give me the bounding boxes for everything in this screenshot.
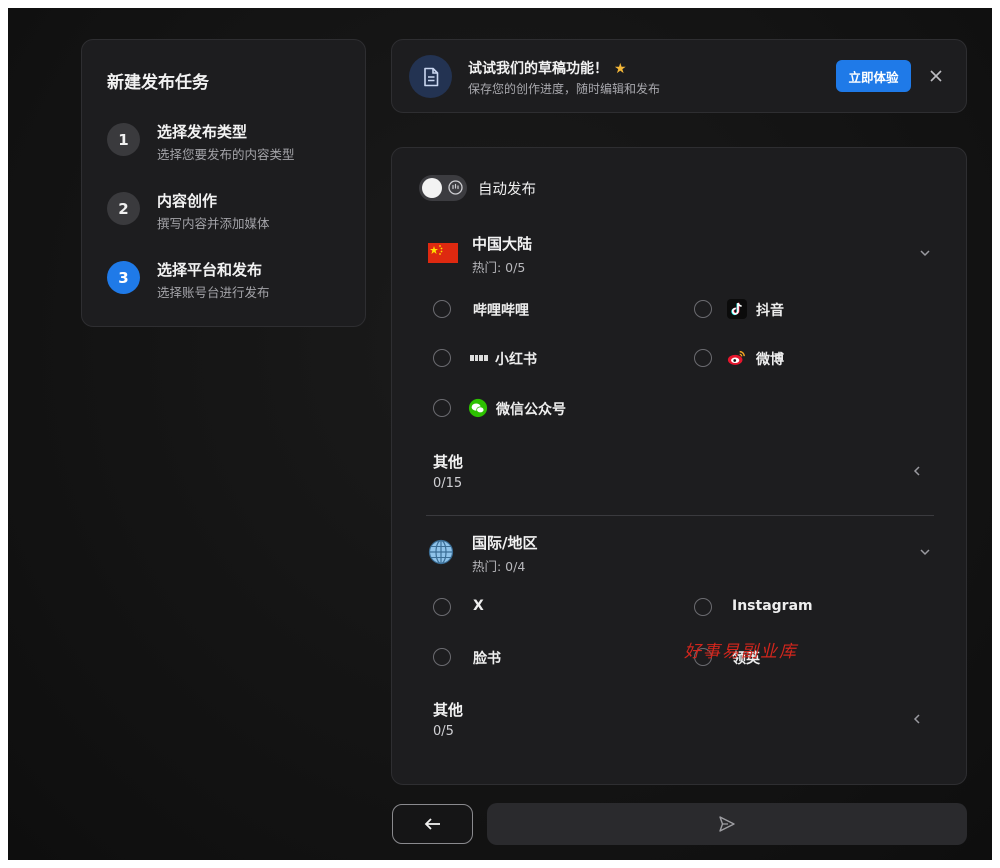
xiaohongshu-icon [469,348,489,368]
radio-button[interactable] [433,648,451,666]
china-flag-icon [428,243,458,263]
radio-button[interactable] [694,300,712,318]
platform-option-bilibili[interactable]: 哔哩哔哩 [433,297,653,321]
weibo-icon [727,348,747,368]
radio-button[interactable] [694,598,712,616]
back-button[interactable] [392,804,473,844]
step-subtitle: 撰写内容并添加媒体 [157,216,270,231]
platform-option-facebook[interactable]: 脸书 [433,645,653,669]
radio-button[interactable] [433,300,451,318]
step-number-active: 3 [107,261,140,294]
other-title: 其他 [433,453,464,471]
option-label: Instagram [732,598,813,614]
option-label: 微博 [756,352,784,368]
banner-title: 试试我们的草稿功能！ ★ [468,58,627,78]
radio-button[interactable] [433,598,451,616]
draft-banner: 试试我们的草稿功能！ ★ 保存您的创作进度，随时编辑和发布 立即体验 [391,39,967,113]
step-title: 选择发布类型 [157,123,248,141]
auto-publish-toggle[interactable] [419,175,467,201]
radio-button[interactable] [433,349,451,367]
option-label: 抖音 [756,303,784,319]
document-icon [409,55,452,98]
douyin-icon [727,299,747,319]
hand-icon [448,180,463,195]
option-label: 微信公众号 [496,402,566,418]
platform-panel: 自动发布 中国大陆 热门: 0/5 哔哩哔哩 抖音 小红书 微博 微信公众号 其… [391,147,967,785]
platform-option-douyin[interactable]: 抖音 [694,297,914,321]
wechat-icon [468,398,488,418]
banner-title-text: 试试我们的草稿功能！ [468,61,608,77]
option-label: X [473,598,484,614]
other-title: 其他 [433,701,464,719]
star-icon: ★ [614,61,627,77]
region-hot-count: 热门: 0/5 [472,260,526,275]
chevron-left-icon[interactable] [910,464,924,478]
step-number: 1 [107,123,140,156]
platform-option-weibo[interactable]: 微博 [694,346,914,370]
other-count: 0/5 [433,724,454,739]
radio-button[interactable] [694,349,712,367]
banner-subtitle: 保存您的创作进度，随时编辑和发布 [468,82,661,96]
auto-publish-label: 自动发布 [478,182,536,198]
publish-button[interactable] [487,803,967,845]
platform-option-xiaohongshu[interactable]: 小红书 [433,346,653,370]
region-title: 国际/地区 [472,534,538,552]
region-hot-count: 热门: 0/4 [472,559,526,574]
platform-option-x[interactable]: X [433,595,653,619]
try-now-button[interactable]: 立即体验 [836,60,911,92]
arrow-left-icon [424,818,440,830]
step-title: 内容创作 [157,192,218,210]
platform-option-instagram[interactable]: Instagram [694,595,914,619]
option-label: 哔哩哔哩 [473,303,529,319]
step-subtitle: 选择您要发布的内容类型 [157,147,295,162]
step-number: 2 [107,192,140,225]
step-subtitle: 选择账号台进行发布 [157,285,270,300]
close-icon[interactable] [924,64,948,88]
platform-option-wechat[interactable]: 微信公众号 [433,396,653,420]
step-1[interactable]: 1 选择发布类型 选择您要发布的内容类型 [107,120,357,170]
radio-button[interactable] [433,399,451,417]
watermark: 好事易副业库 [684,642,798,662]
region-divider [426,515,934,516]
send-icon [719,816,735,832]
step-2[interactable]: 2 内容创作 撰写内容并添加媒体 [107,189,357,239]
chevron-left-icon[interactable] [910,712,924,726]
steps-panel: 新建发布任务 1 选择发布类型 选择您要发布的内容类型 2 内容创作 撰写内容并… [81,39,366,327]
other-count: 0/15 [433,476,463,491]
option-label: 小红书 [495,352,537,368]
step-3[interactable]: 3 选择平台和发布 选择账号台进行发布 [107,258,357,308]
steps-title: 新建发布任务 [107,73,209,93]
toggle-knob [422,178,442,198]
chevron-down-icon[interactable] [918,545,932,559]
step-title: 选择平台和发布 [157,261,263,279]
region-title: 中国大陆 [472,235,533,253]
globe-icon [428,539,454,565]
chevron-down-icon[interactable] [918,246,932,260]
option-label: 脸书 [473,651,501,667]
